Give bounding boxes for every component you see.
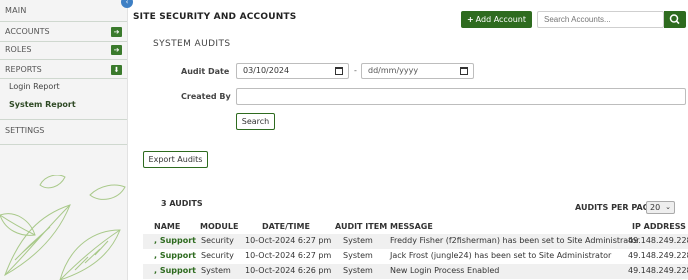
per-page-label: AUDITS PER PAGE [575, 203, 655, 212]
cell-datetime: 10-Oct-2024 6:27 pm [245, 236, 332, 245]
export-audits-button[interactable]: Export Audits [143, 151, 208, 168]
sidebar-collapse-button[interactable]: ‹ [121, 0, 133, 8]
sidebar-item-label: SETTINGS [5, 126, 45, 135]
search-icon [669, 14, 680, 25]
arrow-right-icon[interactable]: ➔ [111, 27, 122, 37]
cell-audit-item: System [343, 236, 373, 245]
sidebar-item-system-report[interactable]: System Report [9, 100, 76, 109]
table-row[interactable]: , Support System 10-Oct-2024 6:26 pm Sys… [143, 264, 688, 279]
date-to-input[interactable]: dd/mm/yyyy [361, 63, 474, 79]
sidebar-divider [0, 21, 127, 22]
table-row[interactable]: , Support Security 10-Oct-2024 6:27 pm S… [143, 249, 688, 264]
sidebar-divider [0, 144, 127, 145]
sidebar-item-label: ACCOUNTS [5, 27, 50, 36]
cell-audit-item: System [343, 251, 373, 260]
leaf-decoration [0, 175, 126, 280]
sidebar-item-roles[interactable]: ROLES ➔ [0, 41, 127, 59]
column-header-module[interactable]: MODULE [200, 222, 238, 231]
audits-count: 3 AUDITS [161, 199, 203, 208]
add-account-label: Add Account [475, 15, 527, 24]
per-page-value: 20 [650, 203, 661, 212]
sidebar-item-settings[interactable]: SETTINGS [0, 122, 127, 140]
sidebar-divider [0, 78, 127, 79]
cell-module: Security [201, 251, 234, 260]
sidebar-item-login-report[interactable]: Login Report [9, 82, 60, 91]
created-by-input[interactable] [236, 88, 686, 105]
sidebar-item-label: ROLES [5, 45, 32, 54]
date-to-placeholder: dd/mm/yyyy [368, 66, 419, 75]
column-header-datetime[interactable]: DATE/TIME [262, 222, 310, 231]
sidebar-item-label: REPORTS [5, 65, 42, 74]
arrow-right-icon[interactable]: ➔ [111, 45, 122, 55]
cell-audit-item: System [343, 266, 373, 275]
cell-module: System [201, 266, 231, 275]
cell-message: New Login Process Enabled [390, 266, 500, 275]
column-header-ip-address[interactable]: IP ADDRESS [632, 222, 686, 231]
plus-icon: + [466, 15, 474, 24]
column-header-audit-item[interactable]: AUDIT ITEM [335, 222, 387, 231]
search-input[interactable] [537, 11, 664, 28]
cell-module: Security [201, 236, 234, 245]
search-audits-button[interactable]: Search [236, 113, 275, 130]
search-button[interactable] [664, 11, 686, 28]
chevron-down-icon: ⌄ [665, 203, 671, 211]
section-title: SYSTEM AUDITS [153, 39, 231, 49]
column-header-message[interactable]: MESSAGE [390, 222, 433, 231]
add-account-button[interactable]: + Add Account [461, 11, 532, 28]
sidebar-item-accounts[interactable]: ACCOUNTS ➔ [0, 23, 127, 41]
cell-message: Jack Frost (jungle24) has been set to Si… [390, 251, 612, 260]
calendar-icon[interactable] [335, 67, 343, 75]
created-by-label: Created By [181, 92, 231, 101]
column-header-name[interactable]: NAME [154, 222, 180, 231]
page-title: SITE SECURITY AND ACCOUNTS [133, 12, 297, 22]
cell-name: , Support [154, 266, 196, 275]
cell-name: , Support [154, 236, 196, 245]
calendar-icon[interactable] [460, 67, 468, 75]
per-page-select[interactable]: 20 ⌄ [646, 201, 675, 214]
cell-ip-address: 49.148.249.228 [628, 236, 688, 245]
cell-ip-address: 49.148.249.228 [628, 251, 688, 260]
sidebar-main-label: MAIN [5, 6, 27, 15]
table-row[interactable]: , Support Security 10-Oct-2024 6:27 pm S… [143, 234, 688, 249]
sidebar-item-reports[interactable]: REPORTS ⬇ [0, 61, 127, 79]
cell-datetime: 10-Oct-2024 6:27 pm [245, 251, 332, 260]
cell-message: Freddy Fisher (f2fisherman) has been set… [390, 236, 640, 245]
sidebar-divider [0, 59, 127, 60]
sidebar-divider [0, 119, 127, 120]
date-from-input[interactable]: 03/10/2024 [236, 63, 349, 79]
cell-ip-address: 49.148.249.228 [628, 266, 688, 275]
sidebar: MAIN ACCOUNTS ➔ ROLES ➔ REPORTS ⬇ Login … [0, 0, 128, 280]
date-separator: - [354, 66, 357, 75]
arrow-down-icon[interactable]: ⬇ [111, 65, 122, 75]
audit-date-label: Audit Date [181, 67, 230, 76]
date-from-value: 03/10/2024 [243, 66, 290, 75]
cell-datetime: 10-Oct-2024 6:26 pm [245, 266, 332, 275]
cell-name: , Support [154, 251, 196, 260]
